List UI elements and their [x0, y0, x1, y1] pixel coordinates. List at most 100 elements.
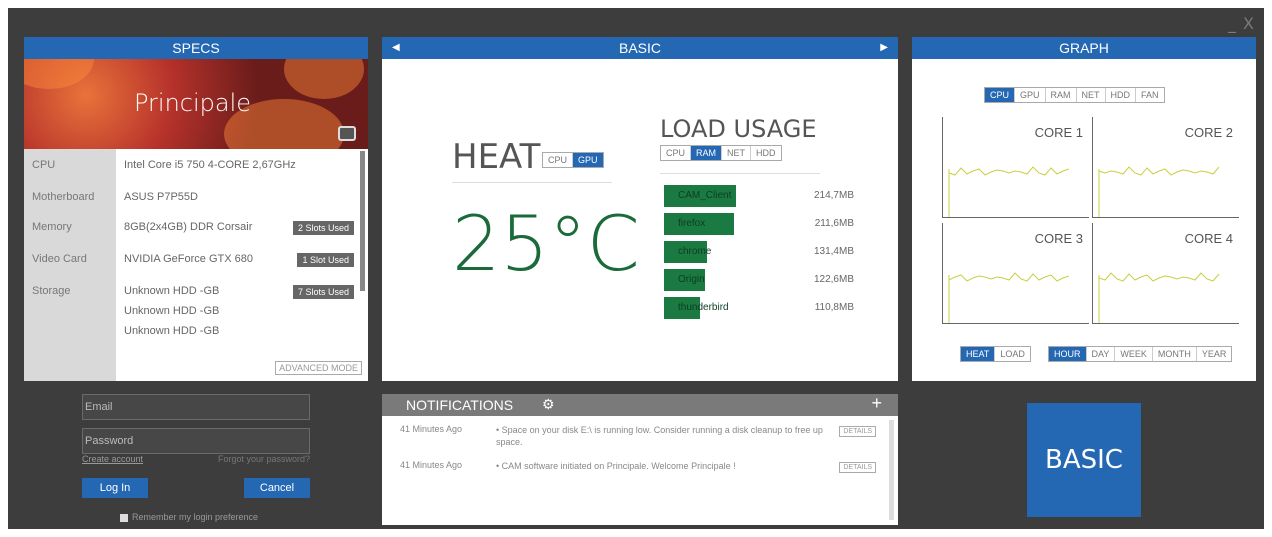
process-name: Origin [678, 274, 705, 285]
spec-label: Motherboard [32, 191, 95, 203]
core-label: CORE 2 [1184, 125, 1233, 140]
spec-value: Unknown HDD -GB [124, 305, 220, 317]
core-graph: CORE 4 [1092, 223, 1239, 324]
range-week[interactable]: WEEK [1115, 347, 1153, 361]
login-button[interactable]: Log In [82, 478, 148, 498]
slots-badge: 1 Slot Used [297, 253, 354, 267]
notifications-panel: NOTIFICATIONS ⚙ + 41 Minutes Ago • Space… [382, 393, 898, 525]
prev-arrow-icon[interactable]: ◀ [392, 37, 400, 59]
camera-icon[interactable] [338, 126, 356, 141]
process-name: chrome [678, 246, 712, 257]
core-label: CORE 1 [1034, 125, 1083, 140]
core-series-line [948, 272, 1070, 323]
password-field[interactable]: Password [82, 428, 310, 454]
close-icon[interactable]: X [1243, 14, 1254, 33]
graph-tab-ram[interactable]: RAM [1046, 88, 1077, 102]
range-day[interactable]: DAY [1087, 347, 1116, 361]
spec-label: Memory [32, 221, 72, 233]
heat-title: HEAT [452, 137, 541, 177]
graph-header: GRAPH [912, 37, 1256, 59]
basic-panel: ◀ BASIC ▶ HEAT CPU GPU 25°C LOAD USAGE C… [382, 37, 898, 381]
forgot-password-link[interactable]: Forgot your password? [218, 454, 310, 464]
range-month[interactable]: MONTH [1153, 347, 1197, 361]
basic-header: ◀ BASIC ▶ [382, 37, 898, 59]
process-name: CAM_Client [678, 190, 732, 201]
graph-panel: GRAPH CPU GPU RAM NET HDD FAN CORE 1 CORE 2 COR… [912, 37, 1256, 381]
core-series-line [1098, 166, 1220, 217]
graph-tabs: CPU GPU RAM NET HDD FAN [984, 87, 1165, 103]
specs-header: SPECS [24, 37, 368, 59]
load-usage-title: LOAD USAGE [660, 115, 817, 143]
spec-row-cpu: CPU Intel Core i5 750 4-CORE 2,67GHz [24, 155, 364, 175]
spec-row-memory: Memory 8GB(2x4GB) DDR Corsair 2 Slots Us… [24, 217, 364, 237]
notification-message: • Space on your disk E:\ is running low.… [496, 425, 823, 447]
graph-tab-hdd[interactable]: HDD [1106, 88, 1137, 102]
graph-tab-fan[interactable]: FAN [1136, 88, 1164, 102]
toggle-gpu[interactable]: GPU [573, 153, 603, 167]
toggle-ram[interactable]: RAM [691, 146, 723, 160]
cancel-button[interactable]: Cancel [244, 478, 310, 498]
process-row: Origin 122,6MB [664, 269, 854, 291]
range-hour[interactable]: HOUR [1049, 347, 1087, 361]
graph-range-toggle: HOUR DAY WEEK MONTH YEAR [1048, 346, 1233, 362]
advanced-mode-button[interactable]: ADVANCED MODE [275, 361, 362, 375]
core-line-chart [948, 166, 1070, 217]
spec-value: Unknown HDD -GB [124, 325, 220, 337]
checkbox-icon[interactable] [120, 513, 128, 522]
core-graph: CORE 3 [942, 223, 1089, 324]
graph-tab-gpu[interactable]: GPU [1015, 88, 1046, 102]
core-line-chart [948, 272, 1070, 323]
gear-icon[interactable]: ⚙ [542, 396, 555, 413]
mode-heat[interactable]: HEAT [961, 347, 996, 361]
notification-time: 41 Minutes Ago [400, 424, 463, 434]
slots-badge: 2 Slots Used [292, 221, 354, 235]
process-value: 214,7MB [813, 190, 854, 201]
load-toggle: CPU RAM NET HDD [660, 145, 782, 161]
spec-value: NVIDIA GeForce GTX 680 [124, 253, 253, 265]
spec-row-storage: Storage Unknown HDD -GB 7 Slots Used [24, 281, 364, 301]
spec-row-storage-3: Unknown HDD -GB [24, 321, 364, 341]
remember-label: Remember my login preference [132, 512, 259, 522]
core-line-chart [1098, 272, 1220, 323]
create-account-link[interactable]: Create account [82, 454, 143, 464]
core-label: CORE 4 [1184, 231, 1233, 246]
process-value: 122,6MB [813, 274, 854, 285]
details-button[interactable]: DETAILS [839, 426, 876, 437]
range-year[interactable]: YEAR [1197, 347, 1232, 361]
spec-value: 8GB(2x4GB) DDR Corsair [124, 221, 253, 233]
computer-name: Principale [134, 89, 252, 117]
toggle-net[interactable]: NET [722, 146, 752, 160]
next-arrow-icon[interactable]: ▶ [880, 37, 888, 59]
mode-load[interactable]: LOAD [995, 347, 1030, 361]
core-series-line [948, 166, 1070, 217]
notification-message: • CAM software initiated on Principale. … [496, 461, 736, 471]
core-series-line [1098, 272, 1220, 323]
core-label: CORE 3 [1034, 231, 1083, 246]
email-field[interactable]: Email [82, 394, 310, 420]
notifications-title: NOTIFICATIONS [406, 397, 514, 413]
email-placeholder: Email [85, 401, 113, 413]
details-button[interactable]: DETAILS [839, 462, 876, 473]
toggle-cpu[interactable]: CPU [543, 153, 574, 167]
specs-panel: SPECS Principale CPU Intel Core i5 750 4… [24, 37, 368, 381]
graph-tab-cpu[interactable]: CPU [985, 88, 1016, 102]
spec-label: CPU [32, 159, 56, 171]
process-row: firefox 211,6MB [664, 213, 854, 235]
plus-icon[interactable]: + [871, 393, 882, 414]
toggle-hdd[interactable]: HDD [751, 146, 781, 160]
password-placeholder: Password [85, 435, 134, 447]
process-value: 131,4MB [813, 246, 854, 257]
notification-time: 41 Minutes Ago [400, 460, 463, 470]
core-graph: CORE 2 [1092, 117, 1239, 218]
minimize-icon[interactable]: _ [1228, 14, 1236, 33]
notifications-scrollbar[interactable] [889, 420, 894, 520]
graph-tab-net[interactable]: NET [1077, 88, 1106, 102]
spec-label: Video Card [32, 253, 87, 265]
divider [452, 182, 612, 183]
login-form: Email Password Create account Forgot you… [82, 394, 310, 522]
toggle-cpu[interactable]: CPU [661, 146, 692, 160]
spec-row-motherboard: Motherboard ASUS P7P55D [24, 187, 364, 207]
basic-title: BASIC [618, 40, 661, 56]
basic-mode-button[interactable]: BASIC [1027, 403, 1141, 517]
remember-checkbox[interactable]: Remember my login preference [120, 512, 258, 522]
